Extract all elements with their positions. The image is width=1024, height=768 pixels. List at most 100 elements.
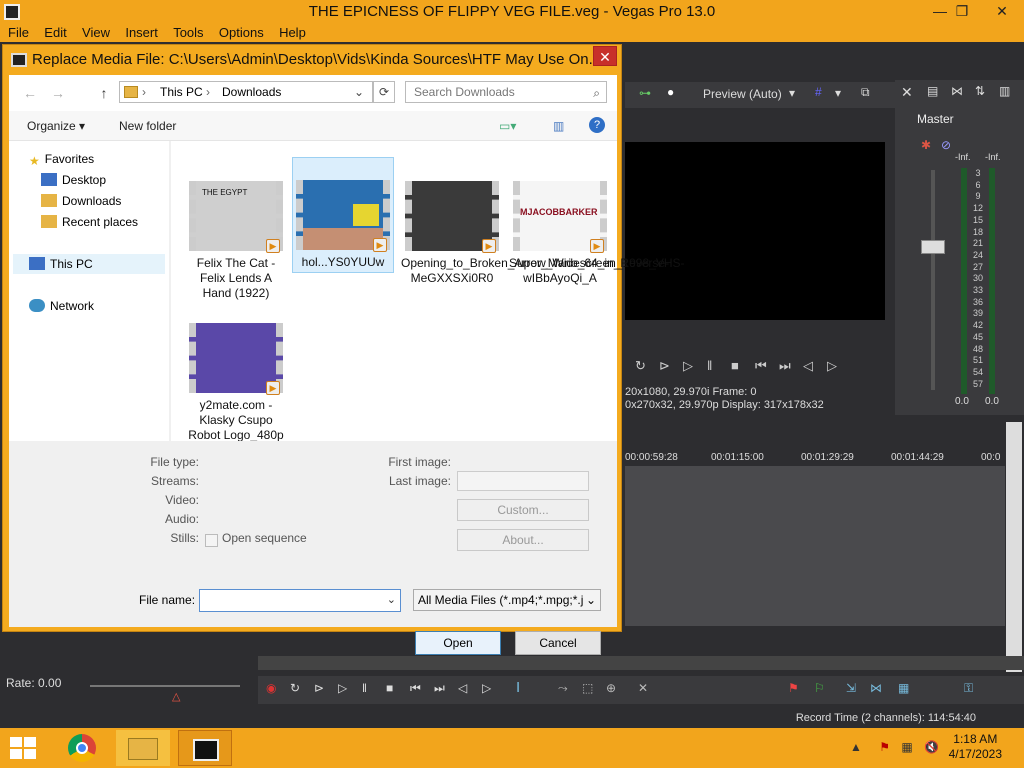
menu-file[interactable]: File [0, 24, 29, 40]
timeline-vertical-scrollbar[interactable] [1006, 422, 1022, 672]
split-screen-icon[interactable]: ⊶ [639, 86, 651, 100]
show-hidden-icons-icon[interactable]: ▲ [850, 740, 862, 754]
play-from-start-icon[interactable]: ⊳ [659, 358, 670, 374]
menu-view[interactable]: View [74, 24, 110, 40]
delete-icon[interactable]: ✕ [638, 681, 648, 695]
nav-this-pc[interactable]: This PC [13, 254, 165, 274]
open-button[interactable]: Open [415, 631, 501, 655]
chevron-down-icon[interactable]: ▾ [835, 86, 841, 100]
chrome-taskbar-button[interactable] [56, 730, 110, 766]
timeline-ruler[interactable]: 00:00:59:28 00:01:15:00 00:01:29:29 00:0… [625, 452, 1009, 466]
menu-edit[interactable]: Edit [36, 24, 66, 40]
preview-quality-icon[interactable]: ● [667, 85, 674, 99]
nav-favorites[interactable]: ★ Favorites [29, 149, 94, 169]
downmix-icon[interactable]: ⋈ [951, 84, 963, 98]
timeline-horizontal-scrollbar[interactable] [258, 656, 1024, 670]
address-bar[interactable]: › This PC › Downloads ⌄ [119, 81, 373, 103]
pause-icon[interactable]: ‖ [362, 681, 367, 695]
edit-tool-icon[interactable]: I [516, 679, 520, 696]
envelope-tool-icon[interactable]: ⤳ [558, 681, 568, 696]
close-window-button[interactable]: ✕ [990, 2, 1014, 20]
rate-slider[interactable] [90, 685, 240, 687]
mute-icon[interactable]: ⊘ [941, 138, 951, 152]
chevron-down-icon[interactable]: ▾ [789, 86, 795, 100]
file-explorer-taskbar-button[interactable] [116, 730, 170, 766]
up-icon[interactable]: ↑ [93, 83, 115, 103]
snapping-icon[interactable]: ⇲ [846, 681, 856, 695]
view-options-icon[interactable]: ▭▾ [499, 119, 516, 133]
search-input[interactable]: Search Downloads ⌕ [405, 81, 607, 103]
menu-tools[interactable]: Tools [165, 24, 203, 40]
preview-pane-icon[interactable]: ▥ [553, 119, 564, 133]
master-fader[interactable] [921, 240, 945, 254]
minimize-button[interactable]: — [928, 2, 952, 20]
next-frame-icon[interactable]: ▷ [827, 358, 837, 374]
stop-icon[interactable]: ■ [386, 681, 393, 695]
help-icon[interactable]: ? [589, 117, 605, 133]
zoom-tool-icon[interactable]: ⊕ [606, 681, 616, 695]
mixer-icon[interactable]: ▥ [999, 84, 1010, 98]
go-to-end-icon[interactable]: ⏭ [779, 358, 791, 374]
menu-options[interactable]: Options [211, 24, 264, 40]
nav-downloads[interactable]: Downloads [41, 191, 121, 211]
back-icon[interactable]: ← [19, 83, 41, 103]
system-clock[interactable]: 1:18 AM 4/17/2023 [949, 732, 1002, 762]
file-type-filter[interactable]: All Media Files (*.mp4;*.mpg;*.j ⌄ [413, 589, 601, 611]
close-icon[interactable]: ✕ [901, 84, 913, 101]
timeline-tracks[interactable] [625, 466, 1005, 626]
breadcrumb-downloads[interactable]: Downloads [222, 82, 281, 102]
chevron-down-icon[interactable]: ⌄ [387, 593, 396, 606]
file-item[interactable]: MJACOBBARKER ▶ Super_Mario_64_in_Reverse… [509, 181, 669, 286]
grid-icon[interactable]: # [815, 85, 822, 99]
new-folder-button[interactable]: New folder [119, 119, 176, 133]
nav-desktop[interactable]: Desktop [41, 170, 106, 190]
refresh-icon[interactable]: ⟳ [373, 81, 395, 103]
go-to-end-icon[interactable]: ⏭ [434, 681, 445, 696]
auto-ripple-icon[interactable]: ⋈ [870, 681, 882, 695]
organize-button[interactable]: Organize ▾ [27, 119, 85, 133]
breadcrumb-this-pc[interactable]: This PC [160, 82, 203, 102]
start-button[interactable] [10, 737, 38, 761]
chevron-down-icon[interactable]: ⌄ [354, 82, 364, 102]
menu-help[interactable]: Help [271, 24, 306, 40]
file-name-input[interactable]: ⌄ [199, 589, 401, 612]
region-icon[interactable]: ⚐ [814, 681, 825, 695]
selection-tool-icon[interactable]: ⬚ [582, 681, 593, 695]
previous-frame-icon[interactable]: ◁ [458, 681, 467, 695]
file-item[interactable]: ▶ Opening_to_Broken_Arrow_Widescreen_199… [401, 181, 685, 286]
file-item[interactable]: ▶ y2mate.com - Klasky Csupo Robot Logo_4… [185, 323, 287, 443]
copy-snapshot-icon[interactable]: ⧉ [861, 85, 870, 100]
marker-icon[interactable]: ⚑ [788, 681, 799, 695]
previous-frame-icon[interactable]: ◁ [803, 358, 813, 374]
pause-icon[interactable]: ‖ [707, 358, 712, 373]
properties-icon[interactable]: ▤ [927, 84, 938, 98]
loop-icon[interactable]: ↻ [635, 358, 646, 374]
network-tray-icon[interactable]: ▦ [901, 740, 912, 754]
go-to-start-icon[interactable]: ⏮ [755, 358, 767, 374]
file-item[interactable]: THE EGYPT ▶ Felix The Cat - Felix Lends … [185, 181, 287, 301]
vegas-taskbar-button[interactable] [178, 730, 232, 766]
nav-recent-places[interactable]: Recent places [41, 212, 138, 232]
stop-icon[interactable]: ■ [731, 358, 739, 373]
play-icon[interactable]: ▷ [338, 681, 347, 695]
lock-envelopes-icon[interactable]: ▦ [898, 681, 909, 695]
dim-icon[interactable]: ⇅ [975, 84, 985, 98]
loop-icon[interactable]: ↻ [290, 681, 300, 695]
volume-icon[interactable]: 🔇 [924, 740, 939, 754]
play-from-start-icon[interactable]: ⊳ [314, 681, 324, 695]
nav-network[interactable]: Network [29, 296, 94, 316]
dialog-close-button[interactable]: ✕ [593, 46, 617, 66]
open-sequence-checkbox[interactable] [205, 534, 218, 547]
next-frame-icon[interactable]: ▷ [482, 681, 491, 695]
go-to-start-icon[interactable]: ⏮ [410, 681, 421, 696]
cancel-button[interactable]: Cancel [515, 631, 601, 655]
preview-mode-dropdown[interactable]: Preview (Auto) [703, 87, 782, 101]
play-icon[interactable]: ▷ [683, 358, 693, 374]
restore-button[interactable]: ❐ [950, 2, 974, 20]
ignore-grouping-icon[interactable]: ⚿ [964, 681, 973, 696]
forward-icon[interactable]: → [47, 83, 69, 103]
fx-icon[interactable]: ✱ [921, 138, 931, 152]
menu-insert[interactable]: Insert [117, 24, 158, 40]
file-item-selected[interactable]: ▶ hol...YS0YUUw [292, 157, 394, 273]
action-center-icon[interactable]: ⚑ [879, 740, 890, 754]
